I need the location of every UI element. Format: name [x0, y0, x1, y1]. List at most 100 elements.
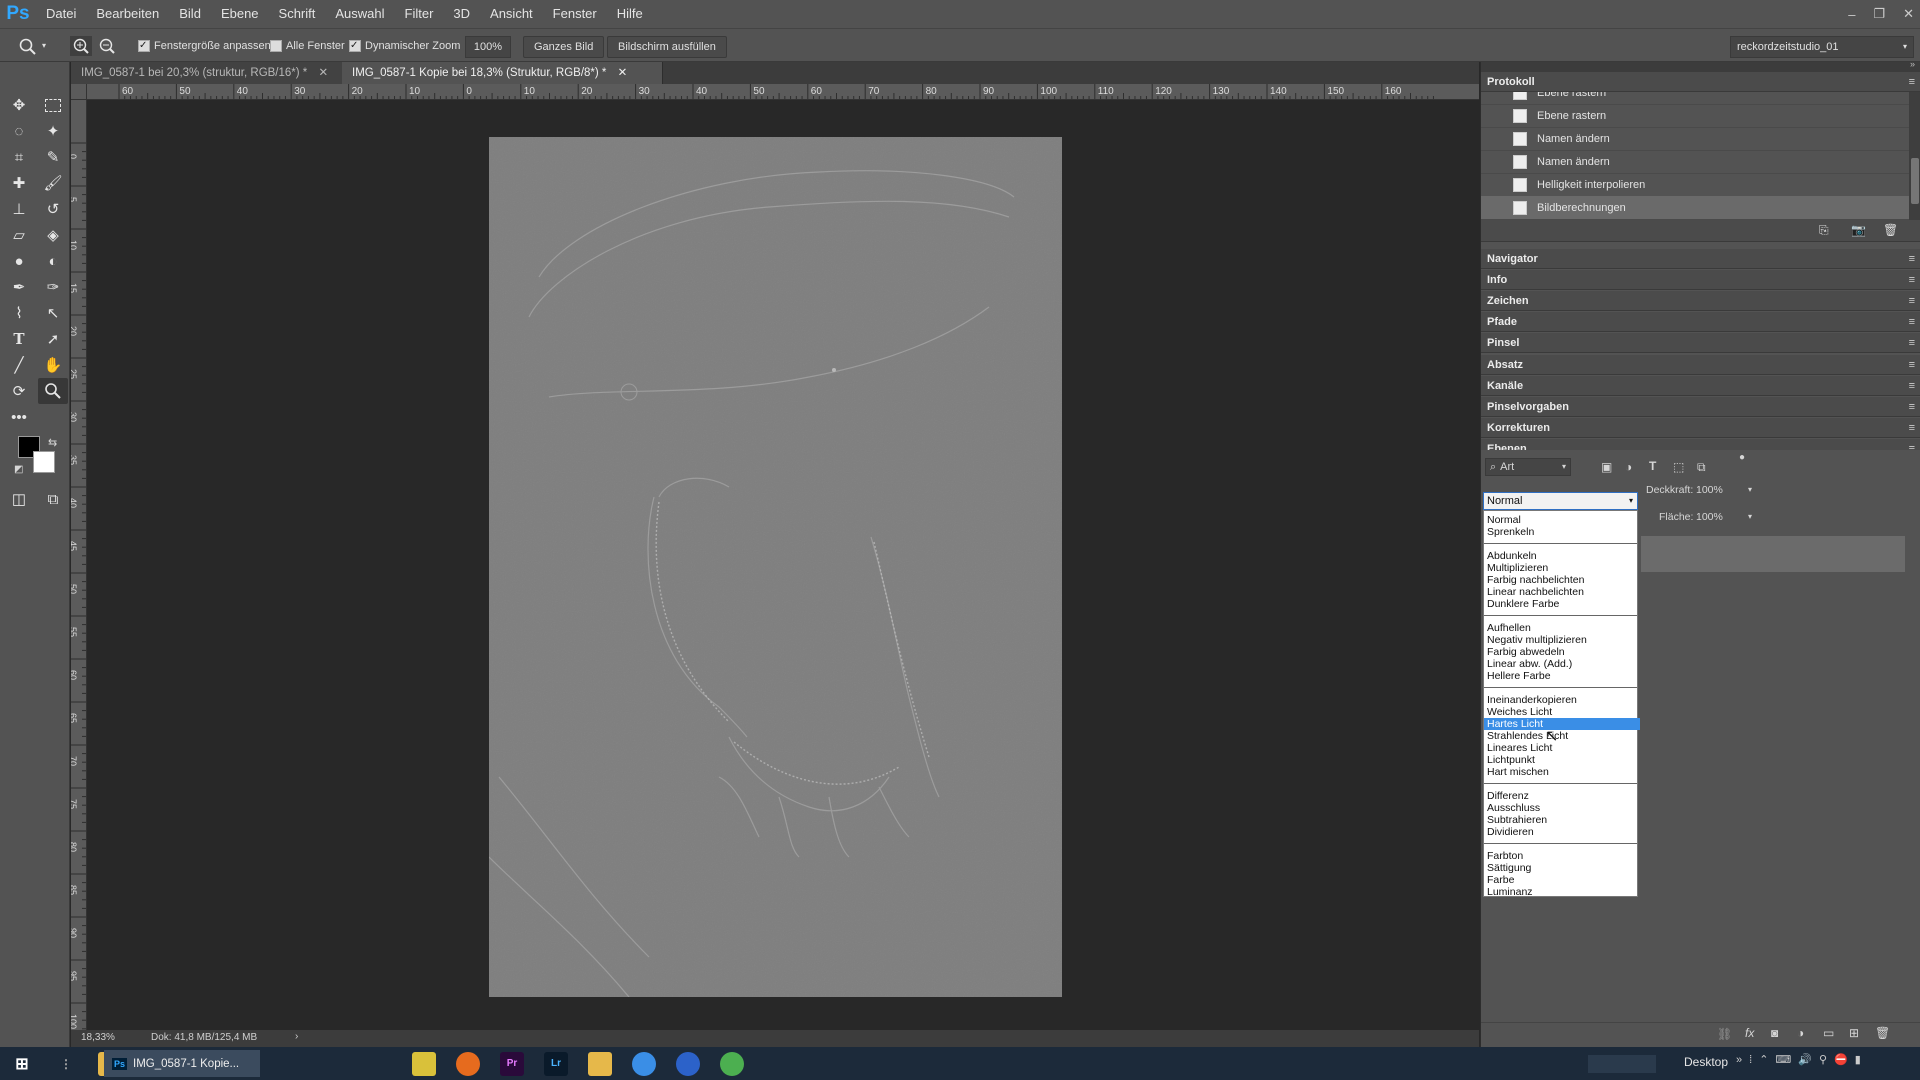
- dodge-tool-icon[interactable]: ◐: [38, 248, 68, 274]
- panel-menu-icon[interactable]: ≡: [1909, 249, 1915, 269]
- blend-option[interactable]: Lichtpunkt: [1484, 754, 1640, 766]
- panel-header-absatz[interactable]: Absatz ≡: [1481, 355, 1920, 375]
- line-tool-icon[interactable]: ╱: [4, 352, 34, 378]
- panel-menu-icon[interactable]: ≡: [1909, 291, 1915, 311]
- blend-option[interactable]: Hellere Farbe: [1484, 670, 1640, 682]
- folder-icon[interactable]: [588, 1051, 612, 1076]
- zoom-in-button[interactable]: [70, 36, 92, 56]
- desktop-toolbar-label[interactable]: Desktop: [1684, 1055, 1728, 1069]
- layer-filter-select[interactable]: ⌕ Art ▾: [1485, 458, 1571, 476]
- panel-header-pfade[interactable]: Pfade ≡: [1481, 312, 1920, 332]
- background-color-swatch[interactable]: [33, 451, 55, 473]
- all-windows-checkbox[interactable]: Alle Fenster: [270, 36, 345, 56]
- panel-menu-icon[interactable]: ≡: [1909, 333, 1915, 353]
- document-image[interactable]: [488, 137, 1062, 998]
- menu-item[interactable]: Bearbeiten: [86, 0, 169, 28]
- fill-screen-button[interactable]: Bildschirm ausfüllen: [607, 36, 727, 58]
- swap-colors-icon[interactable]: ⇆: [48, 436, 57, 449]
- workspace-select[interactable]: reckordzeitstudio_01 ▾: [1730, 36, 1914, 58]
- blend-option[interactable]: Linear nachbelichten: [1484, 586, 1640, 598]
- panel-header-pinsel[interactable]: Pinsel ≡: [1481, 333, 1920, 353]
- blend-option[interactable]: Linear abw. (Add.): [1484, 658, 1640, 670]
- tab-img-0587-1[interactable]: IMG_0587-1 bei 20,3% (struktur, RGB/16*)…: [71, 62, 362, 84]
- panel-header-info[interactable]: Info ≡: [1481, 270, 1920, 290]
- thunderbird-icon[interactable]: [632, 1051, 656, 1076]
- history-item[interactable]: Namen ändern: [1481, 150, 1909, 174]
- panel-menu-icon[interactable]: ≡: [1909, 270, 1915, 290]
- panel-menu-icon[interactable]: ≡: [1909, 418, 1915, 438]
- type-filter-icon[interactable]: T: [1649, 459, 1656, 473]
- adjustment-layer-icon[interactable]: ◑: [1797, 1026, 1804, 1040]
- blend-option[interactable]: Farbig abwedeln: [1484, 646, 1640, 658]
- trash-icon[interactable]: 🗑: [1883, 223, 1898, 237]
- blend-option[interactable]: Multiplizieren: [1484, 562, 1640, 574]
- blend-mode-select[interactable]: Normal ▾: [1483, 492, 1638, 510]
- volume-icon[interactable]: 🔊: [1798, 1054, 1819, 1066]
- history-panel-header[interactable]: Protokoll ≡: [1481, 72, 1920, 92]
- opacity-input[interactable]: 100% ▾: [1696, 482, 1752, 498]
- link-layers-icon[interactable]: ⛓: [1717, 1027, 1732, 1041]
- panel-menu-icon[interactable]: ≡: [1909, 312, 1915, 332]
- task-view-icon[interactable]: ⋮: [54, 1052, 78, 1076]
- blend-option[interactable]: Weiches Licht: [1484, 706, 1640, 718]
- history-snapshot-check[interactable]: [1487, 178, 1501, 192]
- menu-item[interactable]: Auswahl: [325, 0, 394, 28]
- fit-screen-button[interactable]: Ganzes Bild: [523, 36, 605, 58]
- blend-option[interactable]: Dunklere Farbe: [1484, 598, 1640, 610]
- new-document-from-state-icon[interactable]: ⎘: [1819, 223, 1829, 238]
- taskbar-photoshop-button[interactable]: Ps IMG_0587-1 Kopie...: [104, 1050, 260, 1077]
- menu-item[interactable]: Fenster: [543, 0, 607, 28]
- panel-header-pinselvorgaben[interactable]: Pinselvorgaben ≡: [1481, 397, 1920, 417]
- blend-option[interactable]: Farbe: [1484, 874, 1640, 886]
- magic-wand-icon[interactable]: ✦: [38, 118, 68, 144]
- blend-option[interactable]: Ausschluss: [1484, 802, 1640, 814]
- blend-option[interactable]: Differenz: [1484, 790, 1640, 802]
- blend-option[interactable]: Sprenkeln: [1484, 526, 1640, 538]
- blend-option[interactable]: Farbig nachbelichten: [1484, 574, 1640, 586]
- zoom-tool-preset[interactable]: ▾: [18, 36, 46, 56]
- blend-option[interactable]: Lineares Licht: [1484, 742, 1640, 754]
- rotate-view-icon[interactable]: ⟳: [4, 378, 34, 404]
- trash-icon[interactable]: 🗑: [1875, 1026, 1890, 1040]
- ruler-origin[interactable]: [71, 84, 87, 100]
- menu-item[interactable]: Filter: [395, 0, 444, 28]
- tab-img-0587-1-kopie[interactable]: IMG_0587-1 Kopie bei 18,3% (Struktur, RG…: [342, 62, 663, 84]
- history-snapshot-check[interactable]: [1487, 201, 1501, 215]
- freeform-pen-icon[interactable]: ✑: [38, 274, 68, 300]
- blend-option[interactable]: Subtrahieren: [1484, 814, 1640, 826]
- history-item[interactable]: Ebene rastern: [1481, 104, 1909, 128]
- marquee-tool-icon[interactable]: [38, 92, 68, 118]
- panel-header-korrekturen[interactable]: Korrekturen ≡: [1481, 418, 1920, 438]
- history-snapshot-check[interactable]: [1487, 155, 1501, 169]
- menu-item[interactable]: Datei: [36, 0, 86, 28]
- history-snapshot-check[interactable]: [1487, 92, 1501, 100]
- windows-start-icon[interactable]: ⊞: [10, 1052, 34, 1076]
- brush-tool-icon[interactable]: 🖌: [38, 170, 68, 196]
- eraser-icon[interactable]: ▱: [4, 222, 34, 248]
- blend-option[interactable]: Negativ multiplizieren: [1484, 634, 1640, 646]
- history-item[interactable]: Namen ändern: [1481, 127, 1909, 151]
- panel-menu-icon[interactable]: ≡: [1909, 72, 1915, 92]
- scrubby-zoom-checkbox[interactable]: Dynamischer Zoom: [349, 36, 460, 56]
- path-selection-icon[interactable]: ↖: [38, 300, 68, 326]
- blend-option[interactable]: Strahlendes Licht: [1484, 730, 1640, 742]
- premiere-icon[interactable]: Pr: [500, 1051, 524, 1076]
- scroll-thumb[interactable]: [1911, 158, 1919, 204]
- default-colors-icon[interactable]: ◩: [14, 464, 23, 475]
- signal-icon[interactable]: ▮: [1855, 1054, 1868, 1066]
- panel-menu-icon[interactable]: ≡: [1909, 376, 1915, 396]
- lightroom-icon[interactable]: Lr: [544, 1051, 568, 1076]
- history-item[interactable]: Bildberechnungen: [1481, 196, 1909, 220]
- curvature-pen-icon[interactable]: ⌇: [4, 300, 34, 326]
- direct-selection-icon[interactable]: ➚: [38, 326, 68, 352]
- collapse-icon[interactable]: »: [1910, 59, 1915, 69]
- type-tool-icon[interactable]: T: [4, 326, 34, 352]
- move-tool-icon[interactable]: ✥: [4, 92, 34, 118]
- blend-option[interactable]: Dividieren: [1484, 826, 1640, 838]
- layer-mask-icon[interactable]: ◙: [1771, 1026, 1778, 1040]
- blend-option[interactable]: Farbton: [1484, 850, 1640, 862]
- close-icon[interactable]: ✕: [318, 67, 328, 79]
- network-icon[interactable]: ⚲: [1819, 1054, 1834, 1066]
- adjustment-filter-icon[interactable]: ◑: [1625, 460, 1632, 474]
- menu-item[interactable]: Bild: [169, 0, 211, 28]
